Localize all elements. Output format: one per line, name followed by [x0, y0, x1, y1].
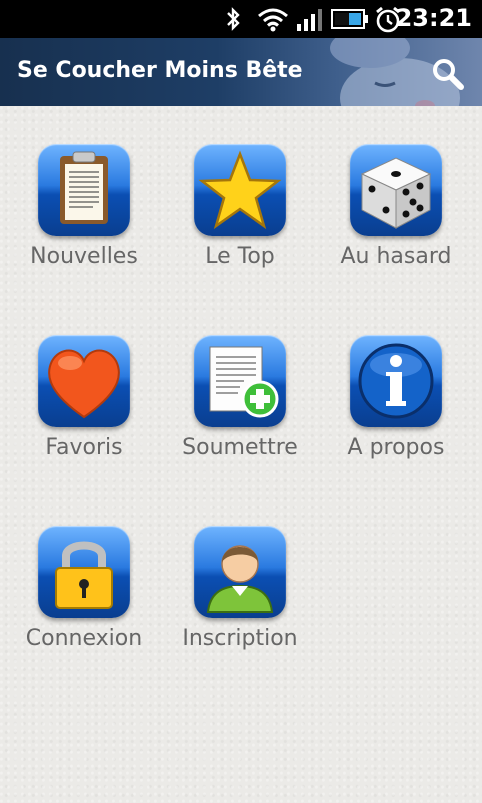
menu-item-label: A propos [347, 435, 445, 460]
search-icon[interactable] [430, 56, 466, 92]
menu-item-inscription[interactable]: Inscription [165, 526, 315, 651]
status-bar: 23:21 [0, 0, 482, 38]
menu-item-connexion[interactable]: Connexion [9, 526, 159, 651]
star-icon [194, 144, 286, 236]
menu-item-label: Favoris [45, 435, 123, 460]
bluetooth-icon [227, 7, 240, 31]
menu-item-label: Au hasard [340, 244, 452, 269]
app-title: Se Coucher Moins Bête [17, 58, 303, 83]
wifi-icon [258, 8, 288, 32]
menu-item-a-propos[interactable]: A propos [321, 335, 471, 460]
menu-item-label: Le Top [205, 244, 275, 269]
status-time: 23:21 [395, 4, 472, 32]
battery-icon [331, 9, 368, 29]
menu-item-soumettre[interactable]: Soumettre [165, 335, 315, 460]
user-icon [194, 526, 286, 618]
info-icon [350, 335, 442, 427]
menu-item-label: Soumettre [182, 435, 298, 460]
menu-item-label: Connexion [25, 626, 143, 651]
menu-item-au-hasard[interactable]: Au hasard [321, 144, 471, 269]
app-bar: Se Coucher Moins Bête [0, 38, 482, 106]
lock-icon [38, 526, 130, 618]
menu-grid: Nouvelles Le Top Au hasard Favoris Soume… [0, 106, 482, 803]
clipboard-icon [38, 144, 130, 236]
heart-icon [38, 335, 130, 427]
document-add-icon [194, 335, 286, 427]
menu-item-label: Nouvelles [30, 244, 138, 269]
menu-item-nouvelles[interactable]: Nouvelles [9, 144, 159, 269]
menu-item-label: Inscription [182, 626, 298, 651]
dice-icon [350, 144, 442, 236]
signal-icon [297, 9, 322, 31]
menu-item-le-top[interactable]: Le Top [165, 144, 315, 269]
menu-item-favoris[interactable]: Favoris [9, 335, 159, 460]
